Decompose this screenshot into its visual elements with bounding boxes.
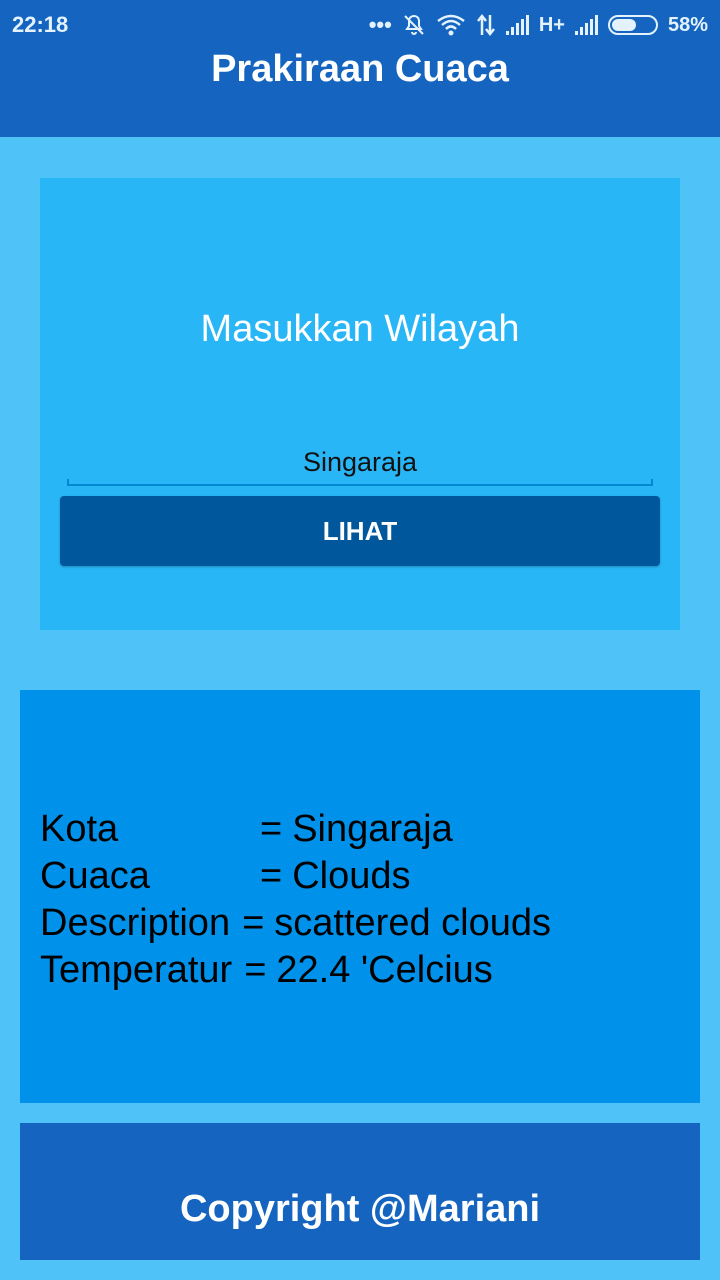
bell-muted-icon: [404, 14, 424, 35]
result-separator: =: [260, 855, 283, 897]
lihat-button[interactable]: LIHAT: [60, 496, 660, 566]
result-row-description: Description = scattered clouds: [40, 900, 551, 947]
result-separator: =: [260, 808, 283, 850]
result-label-temperatur: Temperatur: [40, 949, 233, 991]
result-row-cuaca: Cuaca = Clouds: [40, 853, 551, 900]
result-label-kota: Kota: [40, 808, 119, 850]
result-value-description: scattered clouds: [274, 902, 551, 944]
result-row-kota: Kota = Singaraja: [40, 806, 551, 853]
status-time: 22:18: [12, 12, 69, 37]
search-heading: Masukkan Wilayah: [200, 308, 520, 350]
status-icons: ••• H+ 58%: [369, 10, 708, 40]
data-transfer-icon: [476, 13, 495, 37]
result-row-temperatur: Temperatur = 22.4 'Celcius: [40, 947, 551, 994]
network-type: H+: [538, 13, 565, 36]
battery-percent: 58%: [667, 13, 708, 36]
city-input-underline-left: [67, 479, 69, 486]
city-input[interactable]: [66, 436, 654, 488]
result-separator: =: [244, 949, 267, 991]
result-label-cuaca: Cuaca: [40, 855, 150, 897]
result-separator: =: [242, 902, 265, 944]
result-value-cuaca: Clouds: [292, 855, 411, 897]
result-value-temperatur: 22.4 'Celcius: [276, 949, 493, 991]
battery-icon: [607, 15, 658, 35]
more-notifications-icon: •••: [368, 12, 392, 37]
city-input-underline-right: [651, 479, 653, 486]
city-input-underline: [67, 484, 653, 486]
signal-strength-icon: [505, 15, 529, 35]
result-label-description: Description: [40, 902, 231, 944]
status-bar: 22:18 ••• H+ 58%: [0, 0, 720, 50]
app-title: Prakiraan Cuaca: [211, 48, 509, 90]
signal-strength-2-icon: [574, 15, 598, 35]
result-value-kota: Singaraja: [292, 808, 453, 850]
wifi-icon: [437, 14, 465, 36]
result-lines: Kota = Singaraja Cuaca = Clouds Descript…: [40, 806, 551, 994]
footer-copyright: Copyright @Mariani: [179, 1188, 541, 1230]
